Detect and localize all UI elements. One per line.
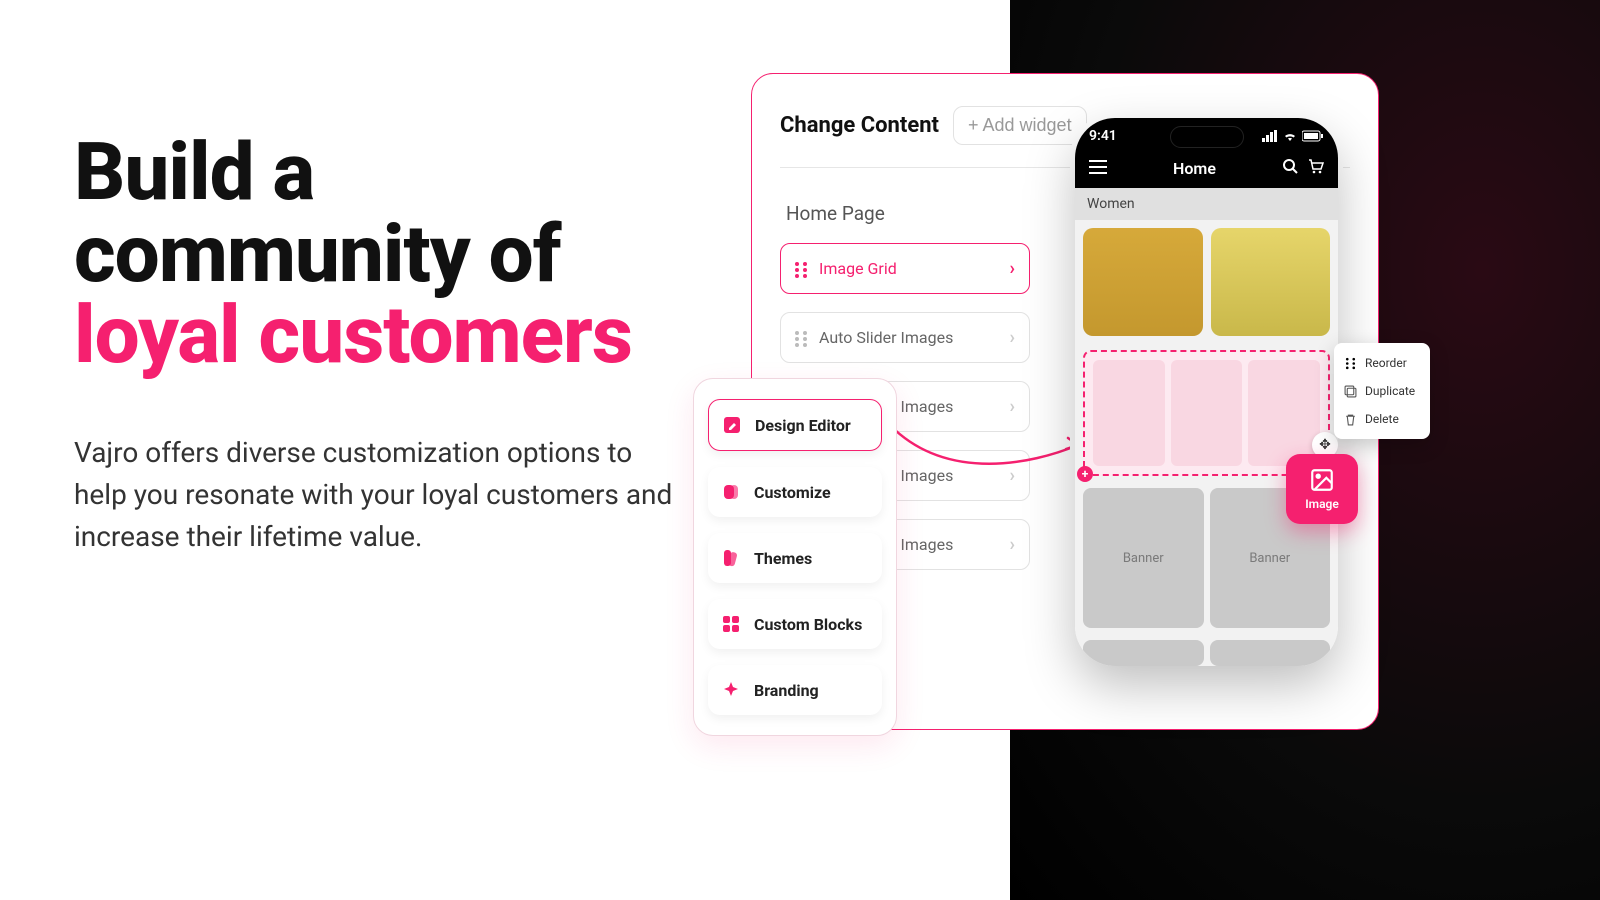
chevron-right-icon: › <box>1010 258 1015 279</box>
ctx-label: Delete <box>1365 412 1399 426</box>
phone-status-icons <box>1262 130 1324 142</box>
chevron-right-icon: › <box>1010 327 1015 348</box>
hamburger-icon[interactable] <box>1089 159 1107 178</box>
palette-icon <box>720 481 742 503</box>
menu-label: Design Editor <box>755 416 851 435</box>
phone-notch <box>1170 126 1244 148</box>
category-label: Women <box>1075 188 1338 220</box>
menu-label: Custom Blocks <box>754 615 862 634</box>
swatch-icon <box>720 547 742 569</box>
widget-label: Image Grid <box>819 259 1000 278</box>
hero-line-3: loyal customers <box>74 288 632 382</box>
insert-image-label: Image <box>1305 497 1339 511</box>
hero-body: Vajro offers diverse customization optio… <box>74 432 674 558</box>
add-slot-icon[interactable]: + <box>1077 466 1093 482</box>
product-row <box>1075 220 1338 344</box>
phone-preview: 9:41 Home Women <box>1075 118 1338 666</box>
sparkle-icon <box>720 679 742 701</box>
image-icon <box>1309 467 1335 493</box>
copy-icon <box>1344 385 1357 398</box>
banner-placeholder[interactable] <box>1083 640 1204 666</box>
drag-handle-icon[interactable] <box>795 262 809 276</box>
ctx-label: Duplicate <box>1365 384 1415 398</box>
menu-item-custom-blocks[interactable]: Custom Blocks <box>708 599 882 649</box>
widget-label: Auto Slider Images <box>819 328 1000 347</box>
menu-label: Customize <box>754 483 831 502</box>
banner-placeholder[interactable] <box>1210 640 1331 666</box>
widget-item[interactable]: Auto Slider Images › <box>780 312 1030 363</box>
editor-title: Change Content <box>780 113 939 138</box>
ctx-reorder[interactable]: Reorder <box>1334 349 1430 377</box>
menu-item-themes[interactable]: Themes <box>708 533 882 583</box>
menu-label: Branding <box>754 681 819 700</box>
hero-line-1: Build a <box>74 125 314 219</box>
drag-handle-icon[interactable] <box>795 331 809 345</box>
hero-line-2: community of <box>74 207 561 301</box>
grid-slot <box>1171 360 1243 466</box>
chevron-right-icon: › <box>1010 396 1015 417</box>
pencil-square-icon <box>721 414 743 436</box>
widget-item[interactable]: Image Grid › <box>780 243 1030 294</box>
search-icon[interactable] <box>1282 158 1298 178</box>
hero-copy: Build a community of loyal customers Vaj… <box>74 132 674 558</box>
ctx-delete[interactable]: Delete <box>1334 405 1430 433</box>
menu-item-customize[interactable]: Customize <box>708 467 882 517</box>
tools-menu: Design Editor Customize Themes Custom Block… <box>693 378 897 736</box>
banner-placeholder[interactable]: Banner <box>1083 488 1204 628</box>
battery-icon <box>1302 130 1324 142</box>
grid-slot <box>1093 360 1165 466</box>
phone-statusbar: 9:41 Home <box>1075 118 1338 188</box>
chevron-right-icon: › <box>1010 534 1015 555</box>
phone-time: 9:41 <box>1089 128 1117 144</box>
screen-title: Home <box>1173 159 1216 178</box>
phone-body: Women + ✥ Banner Banner <box>1075 188 1338 666</box>
add-widget-button[interactable]: + Add widget <box>953 106 1087 145</box>
hero-heading: Build a community of loyal customers <box>74 132 674 377</box>
ctx-label: Reorder <box>1365 356 1407 370</box>
context-menu: Reorder Duplicate Delete <box>1334 343 1430 439</box>
grid-slot <box>1248 360 1320 466</box>
product-thumbnail[interactable] <box>1211 228 1331 336</box>
cart-icon[interactable] <box>1308 158 1324 178</box>
drag-icon <box>1344 357 1357 370</box>
menu-item-branding[interactable]: Branding <box>708 665 882 715</box>
banner-row <box>1075 634 1338 666</box>
signal-icon <box>1262 130 1278 142</box>
chevron-right-icon: › <box>1010 465 1015 486</box>
app-bar: Home <box>1089 158 1324 178</box>
trash-icon <box>1344 413 1357 426</box>
menu-label: Themes <box>754 549 812 568</box>
product-thumbnail[interactable] <box>1083 228 1203 336</box>
menu-item-design-editor[interactable]: Design Editor <box>708 399 882 451</box>
grid-icon <box>720 613 742 635</box>
ctx-duplicate[interactable]: Duplicate <box>1334 377 1430 405</box>
wifi-icon <box>1282 130 1298 142</box>
insert-image-button[interactable]: Image <box>1286 454 1358 524</box>
